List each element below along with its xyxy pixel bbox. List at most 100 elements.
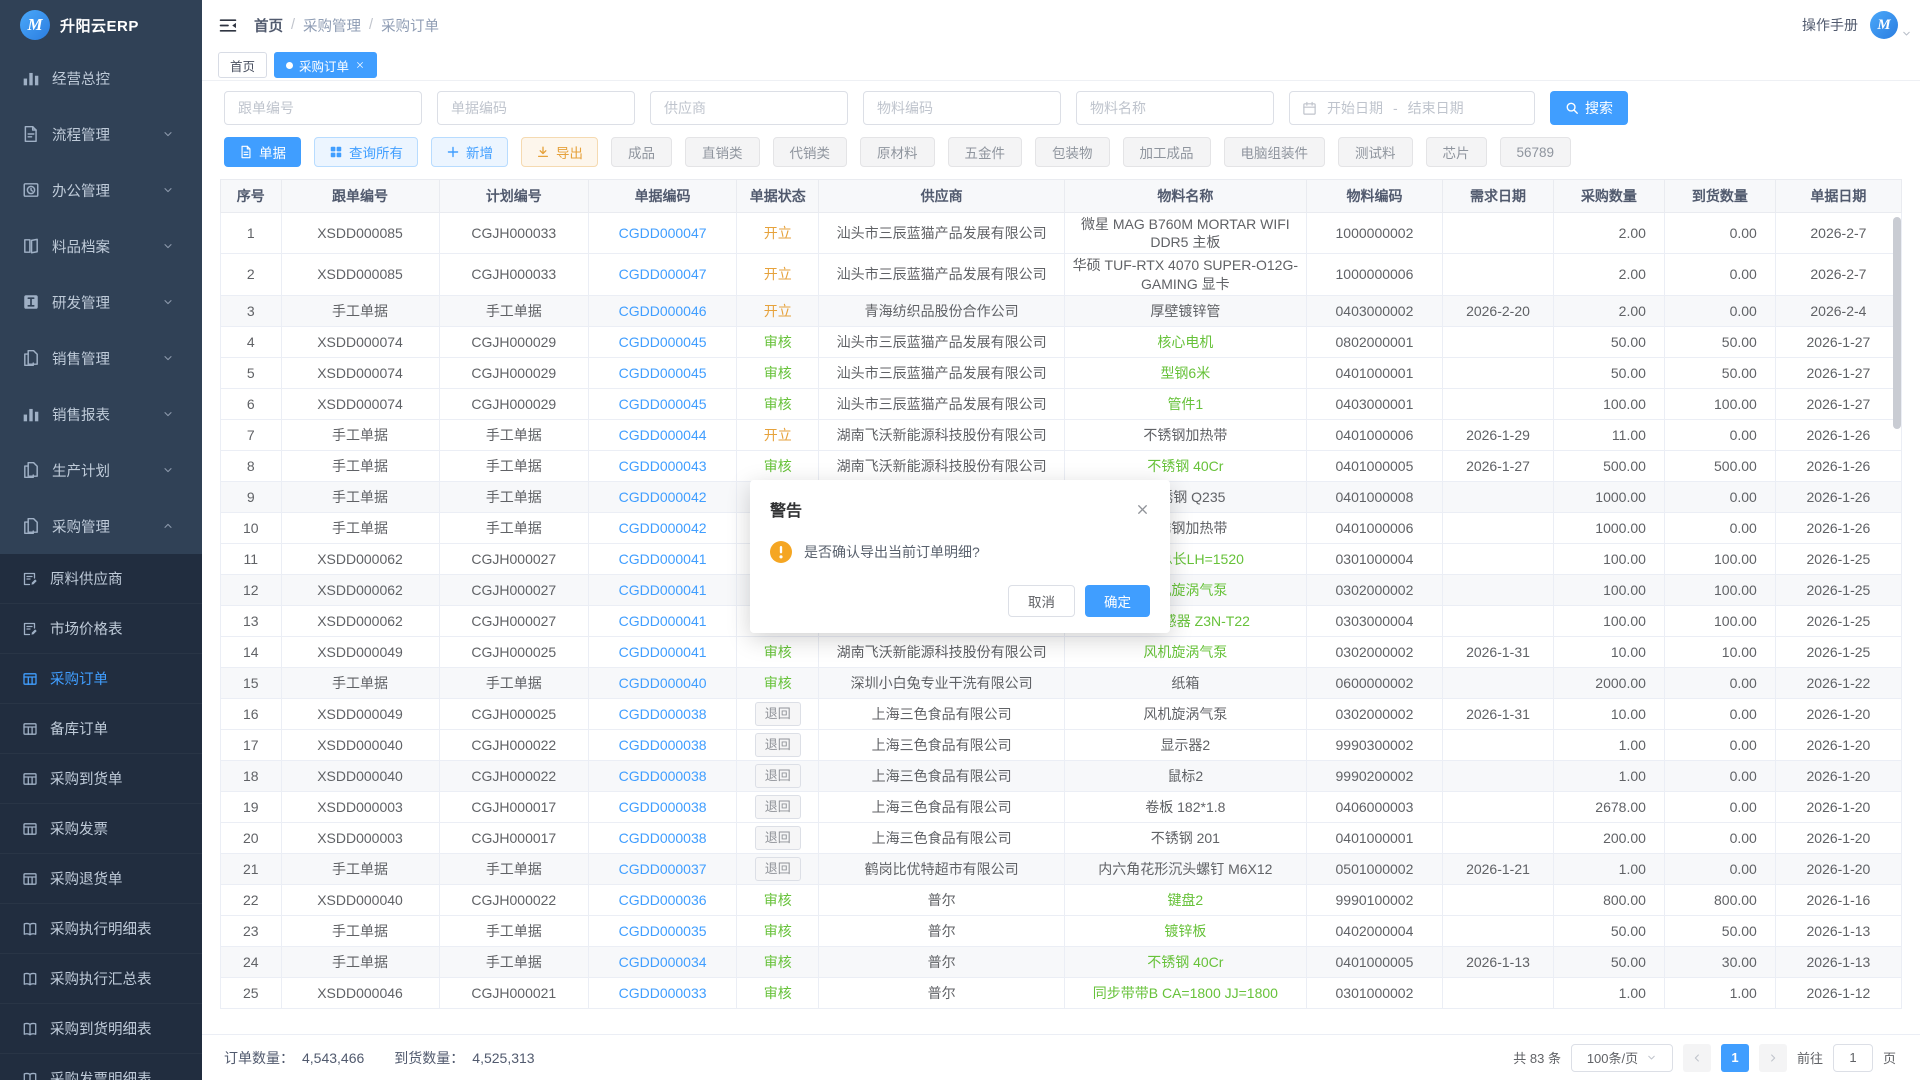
tab-purchase-order[interactable]: 采购订单 xyxy=(274,52,377,78)
sidebar-item-process[interactable]: 流程管理 xyxy=(0,106,202,162)
doc-code-link[interactable]: CGDD000035 xyxy=(619,923,707,939)
doc-code-link[interactable]: CGDD000044 xyxy=(619,427,707,443)
sidebar-item-stock-order[interactable]: 备库订单 xyxy=(0,704,202,754)
doc-code-link[interactable]: CGDD000037 xyxy=(619,861,707,877)
doc-code-link[interactable]: CGDD000038 xyxy=(619,830,707,846)
chevron-down-icon[interactable] xyxy=(1901,28,1912,39)
breadcrumb-item[interactable]: 首页 xyxy=(254,15,283,36)
doc-code-link[interactable]: CGDD000042 xyxy=(619,520,707,536)
track-no-input[interactable] xyxy=(224,91,422,125)
category-chip[interactable]: 电脑组装件 xyxy=(1224,137,1326,167)
sidebar-item-sales-report[interactable]: 销售报表 xyxy=(0,386,202,442)
cell-qty: 1000.00 xyxy=(1553,481,1664,512)
sidebar-item-purchase-order[interactable]: 采购订单 xyxy=(0,654,202,704)
page-size-select[interactable]: 100条/页 xyxy=(1571,1044,1673,1072)
doc-code-link[interactable]: CGDD000041 xyxy=(619,551,707,567)
breadcrumb-item[interactable]: 采购管理 xyxy=(303,15,361,36)
query-all-button[interactable]: 查询所有 xyxy=(314,137,418,167)
category-chip[interactable]: 代销类 xyxy=(773,137,848,167)
doc-code-link[interactable]: CGDD000043 xyxy=(619,458,707,474)
sidebar-item-purchase-invoice-detail[interactable]: 采购发票明细表 xyxy=(0,1054,202,1080)
doc-code-link[interactable]: CGDD000038 xyxy=(619,799,707,815)
doc-code-link[interactable]: CGDD000041 xyxy=(619,644,707,660)
category-chip[interactable]: 测试料 xyxy=(1338,137,1413,167)
date-range-picker[interactable]: 开始日期 - 结束日期 xyxy=(1289,91,1535,125)
vertical-scrollbar[interactable] xyxy=(1893,217,1901,429)
breadcrumb-item[interactable]: 采购订单 xyxy=(381,15,439,36)
close-icon[interactable] xyxy=(1135,502,1150,517)
material-name-link[interactable]: 键盘2 xyxy=(1167,892,1203,908)
doc-code-link[interactable]: CGDD000034 xyxy=(619,954,707,970)
category-chip[interactable]: 包装物 xyxy=(1035,137,1110,167)
collapse-sidebar-icon[interactable] xyxy=(218,17,238,34)
doc-code-link[interactable]: CGDD000042 xyxy=(619,489,707,505)
sidebar-item-purchase-arrival-detail[interactable]: 采购到货明细表 xyxy=(0,1004,202,1054)
current-page[interactable]: 1 xyxy=(1721,1044,1749,1072)
category-chip[interactable]: 56789 xyxy=(1500,137,1572,167)
category-chip[interactable]: 直销类 xyxy=(685,137,760,167)
cancel-button[interactable]: 取消 xyxy=(1008,585,1075,617)
doc-code-link[interactable]: CGDD000047 xyxy=(619,266,707,282)
category-chip[interactable]: 成品 xyxy=(611,137,672,167)
material-name-link[interactable]: 镀锌板 xyxy=(1164,923,1206,939)
sidebar-item-rd[interactable]: 研发管理 xyxy=(0,274,202,330)
export-button[interactable]: 导出 xyxy=(521,137,598,167)
sidebar-item-purchase-exec-summary[interactable]: 采购执行汇总表 xyxy=(0,954,202,1004)
doc-code-link[interactable]: CGDD000045 xyxy=(619,396,707,412)
doc-code-link[interactable]: CGDD000038 xyxy=(619,706,707,722)
doc-code-link[interactable]: CGDD000045 xyxy=(619,365,707,381)
next-page-button[interactable] xyxy=(1759,1044,1787,1072)
avatar[interactable]: M xyxy=(1870,11,1898,39)
material-name-link[interactable]: 同步带带B CA=1800 JJ=1800 xyxy=(1093,985,1278,1001)
material-name-link[interactable]: 管件1 xyxy=(1167,396,1203,412)
material-name-link[interactable]: 型钢6米 xyxy=(1160,365,1210,381)
doc-code-link[interactable]: CGDD000036 xyxy=(619,892,707,908)
sidebar-item-office[interactable]: 办公管理 xyxy=(0,162,202,218)
sidebar-item-purchase-exec-detail[interactable]: 采购执行明细表 xyxy=(0,904,202,954)
doc-code-link[interactable]: CGDD000047 xyxy=(619,225,707,241)
doc-code-link[interactable]: CGDD000040 xyxy=(619,675,707,691)
tab-home[interactable]: 首页 xyxy=(218,52,267,78)
add-button[interactable]: 新增 xyxy=(431,137,508,167)
doc-code-link[interactable]: CGDD000033 xyxy=(619,985,707,1001)
material-name-input[interactable] xyxy=(1076,91,1274,125)
category-chip[interactable]: 原材料 xyxy=(860,137,935,167)
confirm-button[interactable]: 确定 xyxy=(1085,585,1150,617)
doc-code-link[interactable]: CGDD000038 xyxy=(619,768,707,784)
manual-link[interactable]: 操作手册 xyxy=(1802,15,1858,35)
sidebar-item-market-price[interactable]: 市场价格表 xyxy=(0,604,202,654)
category-chip[interactable]: 加工成品 xyxy=(1123,137,1211,167)
sidebar-item-raw-supplier[interactable]: 原料供应商 xyxy=(0,554,202,604)
status-badge: 审核 xyxy=(764,365,792,381)
material-code-input[interactable] xyxy=(863,91,1061,125)
doc-code-link[interactable]: CGDD000046 xyxy=(619,303,707,319)
document-button[interactable]: 单据 xyxy=(224,137,301,167)
sidebar-item-materials-archive[interactable]: 料品档案 xyxy=(0,218,202,274)
sidebar-item-purchase-invoice[interactable]: 采购发票 xyxy=(0,804,202,854)
sidebar-item-dashboard[interactable]: 经营总控 xyxy=(0,50,202,106)
doc-code-link[interactable]: CGDD000038 xyxy=(619,737,707,753)
sidebar-item-purchase-return[interactable]: 采购退货单 xyxy=(0,854,202,904)
cell-code: CGDD000037 xyxy=(589,853,737,884)
supplier-input[interactable] xyxy=(650,91,848,125)
doc-code-input[interactable] xyxy=(437,91,635,125)
doc-code-link[interactable]: CGDD000041 xyxy=(619,582,707,598)
sidebar-item-purchase[interactable]: 采购管理 xyxy=(0,498,202,554)
material-name-link[interactable]: 不锈钢 40Cr xyxy=(1147,458,1223,474)
cell-mcode: 1000000002 xyxy=(1306,213,1442,254)
sidebar-item-label: 采购退货单 xyxy=(50,868,123,889)
doc-code-link[interactable]: CGDD000045 xyxy=(619,334,707,350)
sidebar-item-purchase-arrival[interactable]: 采购到货单 xyxy=(0,754,202,804)
material-name-link[interactable]: 不锈钢 40Cr xyxy=(1147,954,1223,970)
category-chip[interactable]: 五金件 xyxy=(948,137,1023,167)
material-name-link[interactable]: 核心电机 xyxy=(1157,334,1213,350)
material-name-link[interactable]: 风机旋涡气泵 xyxy=(1143,644,1227,660)
category-chip[interactable]: 芯片 xyxy=(1426,137,1487,167)
close-icon[interactable] xyxy=(355,60,365,70)
goto-page-input[interactable] xyxy=(1833,1044,1873,1072)
sidebar-item-production-plan[interactable]: 生产计划 xyxy=(0,442,202,498)
doc-code-link[interactable]: CGDD000041 xyxy=(619,613,707,629)
sidebar-item-sales[interactable]: 销售管理 xyxy=(0,330,202,386)
prev-page-button[interactable] xyxy=(1683,1044,1711,1072)
search-button[interactable]: 搜索 xyxy=(1550,91,1628,125)
